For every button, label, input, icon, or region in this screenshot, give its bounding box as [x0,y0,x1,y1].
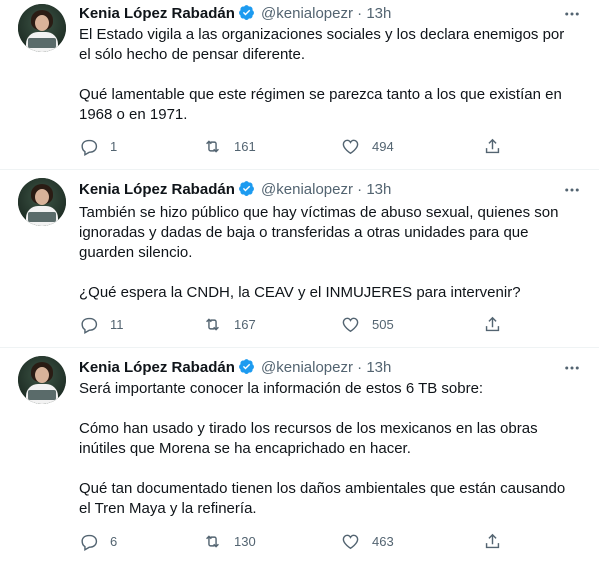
like-button[interactable]: 463 [341,532,394,551]
reply-icon [81,534,98,551]
author-name[interactable]: Kenia López Rabadán [79,181,235,198]
separator-dot: · [357,359,363,376]
avatar[interactable] [18,356,66,404]
retweet-count: 161 [234,139,256,154]
verified-badge-icon [238,181,254,196]
tweet-text: También se hizo público que hay víctimas… [79,203,579,303]
retweet-button[interactable]: 167 [203,315,256,334]
share-button[interactable] [483,315,502,334]
tweet-timestamp[interactable]: 13h [366,5,391,22]
verified-badge-icon [238,5,254,20]
verified-badge-icon [238,359,254,374]
reply-count: 6 [110,534,118,549]
tweet-header: Kenia López Rabadán @kenialopezr · 13h [79,4,391,24]
reply-icon [81,139,98,156]
avatar[interactable] [18,4,66,52]
more-options-icon[interactable] [563,359,581,377]
tweet-paragraph: Qué tan documentado tienen los daños amb… [79,480,566,517]
tweet-timestamp[interactable]: 13h [366,359,391,376]
like-button[interactable]: 494 [341,137,394,156]
share-button[interactable] [483,137,502,156]
heart-icon [342,317,359,333]
tweet[interactable]: Kenia López Rabadán @kenialopezr · 13h T… [0,170,599,348]
separator-dot: · [357,181,363,198]
share-icon [485,316,500,332]
separator-dot: · [357,5,363,22]
reply-count: 1 [110,139,118,154]
tweet-paragraph: Será importante conocer la información d… [79,380,484,397]
author-name[interactable]: Kenia López Rabadán [79,5,235,22]
author-handle[interactable]: @kenialopezr [261,5,353,22]
reply-icon [81,317,98,334]
retweet-button[interactable]: 161 [203,137,256,156]
retweet-count: 130 [234,534,256,549]
heart-icon [342,534,359,550]
tweet-paragraph: Cómo han usado y tirado los recursos de … [79,420,538,457]
share-icon [485,138,500,154]
author-handle[interactable]: @kenialopezr [261,181,353,198]
reply-count: 11 [110,317,124,332]
more-options-icon[interactable] [563,181,581,199]
tweet-paragraph: También se hizo público que hay víctimas… [79,204,559,261]
tweet-text: Será importante conocer la información d… [79,379,579,519]
reply-button[interactable]: 6 [79,532,117,551]
tweet-text: El Estado vigila a las organizaciones so… [79,25,579,125]
tweet-timestamp[interactable]: 13h [366,181,391,198]
share-icon [485,533,500,549]
heart-icon [342,139,359,155]
tweet-actions: 1 161 494 [79,137,509,157]
retweet-icon [206,318,219,331]
tweet-header: Kenia López Rabadán @kenialopezr · 13h [79,180,391,200]
more-options-icon[interactable] [563,5,581,23]
tweet[interactable]: Kenia López Rabadán @kenialopezr · 13h E… [0,0,599,170]
author-handle[interactable]: @kenialopezr [261,359,353,376]
retweet-count: 167 [234,317,256,332]
reply-button[interactable]: 11 [79,315,124,334]
like-count: 494 [372,139,394,154]
retweet-icon [206,535,219,548]
tweet-paragraph: ¿Qué espera la CNDH, la CEAV y el INMUJE… [79,284,521,301]
like-count: 505 [372,317,394,332]
reply-button[interactable]: 1 [79,137,117,156]
retweet-icon [206,140,219,153]
tweet-actions: 11 167 505 [79,315,509,335]
share-button[interactable] [483,532,502,551]
retweet-button[interactable]: 130 [203,532,256,551]
author-name[interactable]: Kenia López Rabadán [79,359,235,376]
tweet-header: Kenia López Rabadán @kenialopezr · 13h [79,358,391,378]
like-button[interactable]: 505 [341,315,394,334]
tweet[interactable]: Kenia López Rabadán @kenialopezr · 13h S… [0,348,599,569]
tweet-actions: 6 130 463 [79,532,509,552]
avatar[interactable] [18,178,66,226]
like-count: 463 [372,534,394,549]
tweet-paragraph: Qué lamentable que este régimen se parez… [79,86,562,123]
tweet-paragraph: El Estado vigila a las organizaciones so… [79,26,565,63]
